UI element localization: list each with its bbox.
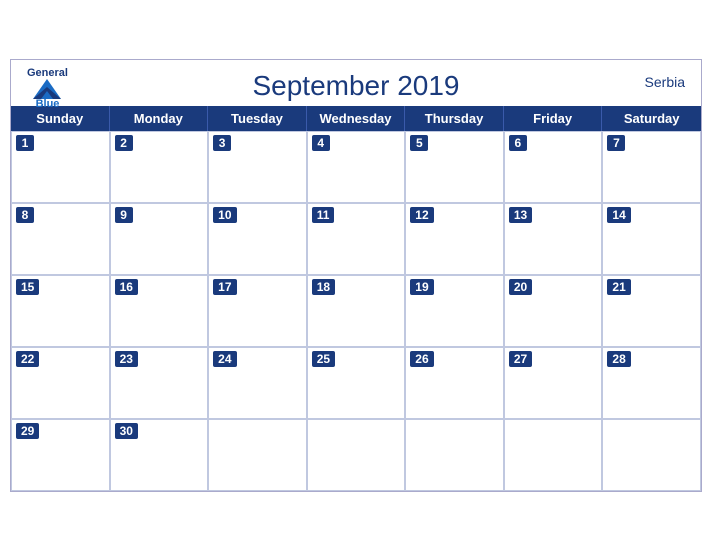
day-cell: 13 <box>504 203 603 275</box>
day-number: 15 <box>16 279 39 295</box>
header-monday: Monday <box>110 106 209 131</box>
header-thursday: Thursday <box>405 106 504 131</box>
day-cell: 1 <box>11 131 110 203</box>
day-number: 7 <box>607 135 625 151</box>
day-number: 14 <box>607 207 630 223</box>
day-number: 27 <box>509 351 532 367</box>
day-number: 4 <box>312 135 330 151</box>
day-cell <box>307 419 406 491</box>
day-cell: 4 <box>307 131 406 203</box>
day-cell: 25 <box>307 347 406 419</box>
day-number: 18 <box>312 279 335 295</box>
day-number: 10 <box>213 207 236 223</box>
day-cell: 28 <box>602 347 701 419</box>
logo-general: General <box>27 68 68 79</box>
day-number: 21 <box>607 279 630 295</box>
day-cell: 29 <box>11 419 110 491</box>
day-number: 2 <box>115 135 133 151</box>
day-cell: 23 <box>110 347 209 419</box>
day-number: 9 <box>115 207 133 223</box>
day-cell: 21 <box>602 275 701 347</box>
day-number: 5 <box>410 135 428 151</box>
day-cell: 6 <box>504 131 603 203</box>
day-cell <box>602 419 701 491</box>
header-saturday: Saturday <box>602 106 701 131</box>
day-number: 13 <box>509 207 532 223</box>
day-cell <box>405 419 504 491</box>
calendar-grid: 1234567891011121314151617181920212223242… <box>11 131 701 491</box>
day-cell: 14 <box>602 203 701 275</box>
header-friday: Friday <box>504 106 603 131</box>
day-number: 16 <box>115 279 138 295</box>
day-cell: 24 <box>208 347 307 419</box>
day-cell: 11 <box>307 203 406 275</box>
logo-blue: Blue <box>36 99 60 110</box>
day-cell: 10 <box>208 203 307 275</box>
day-number: 12 <box>410 207 433 223</box>
day-number: 24 <box>213 351 236 367</box>
day-number: 20 <box>509 279 532 295</box>
day-number: 28 <box>607 351 630 367</box>
day-cell: 20 <box>504 275 603 347</box>
day-number: 25 <box>312 351 335 367</box>
day-number: 11 <box>312 207 335 223</box>
day-cell: 2 <box>110 131 209 203</box>
day-number: 17 <box>213 279 236 295</box>
day-cell: 3 <box>208 131 307 203</box>
day-number: 29 <box>16 423 39 439</box>
day-number: 6 <box>509 135 527 151</box>
day-cell: 27 <box>504 347 603 419</box>
calendar-header: General Blue September 2019 Serbia <box>11 60 701 106</box>
day-number: 8 <box>16 207 34 223</box>
day-cell: 16 <box>110 275 209 347</box>
day-number: 23 <box>115 351 138 367</box>
day-number: 22 <box>16 351 39 367</box>
header-wednesday: Wednesday <box>307 106 406 131</box>
day-cell: 12 <box>405 203 504 275</box>
day-number: 1 <box>16 135 34 151</box>
header-tuesday: Tuesday <box>208 106 307 131</box>
day-number: 30 <box>115 423 138 439</box>
logo-area: General Blue <box>27 68 68 110</box>
day-cell: 7 <box>602 131 701 203</box>
day-cell: 17 <box>208 275 307 347</box>
day-cell: 15 <box>11 275 110 347</box>
country-label: Serbia <box>645 74 685 90</box>
day-headers: Sunday Monday Tuesday Wednesday Thursday… <box>11 106 701 131</box>
day-cell <box>504 419 603 491</box>
month-title: September 2019 <box>252 70 459 102</box>
day-cell: 30 <box>110 419 209 491</box>
day-cell: 9 <box>110 203 209 275</box>
day-number: 19 <box>410 279 433 295</box>
day-cell: 19 <box>405 275 504 347</box>
logo-icon <box>33 79 61 99</box>
day-number: 26 <box>410 351 433 367</box>
calendar: General Blue September 2019 Serbia Sunda… <box>10 59 702 492</box>
day-cell: 18 <box>307 275 406 347</box>
day-cell: 8 <box>11 203 110 275</box>
day-cell: 5 <box>405 131 504 203</box>
day-number: 3 <box>213 135 231 151</box>
day-cell <box>208 419 307 491</box>
day-cell: 22 <box>11 347 110 419</box>
day-cell: 26 <box>405 347 504 419</box>
